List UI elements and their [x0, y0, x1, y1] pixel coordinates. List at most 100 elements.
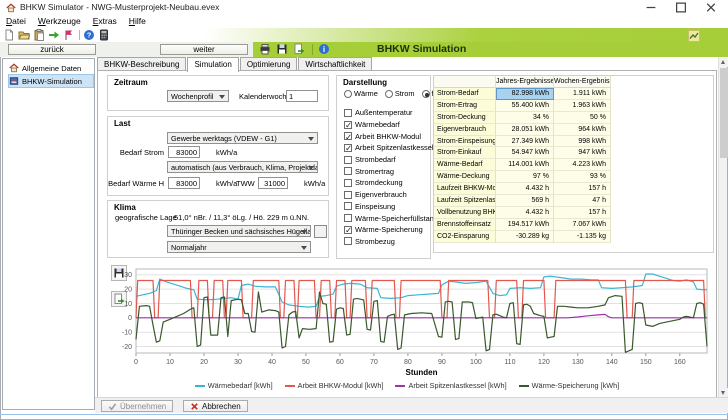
result-jahr-value[interactable]: -30.289 kg — [496, 231, 554, 243]
checkbox-w-rmebedarf[interactable]: Wärmebedarf — [344, 119, 438, 131]
menu-datei[interactable]: Datei — [0, 15, 32, 28]
checkbox-stromdeckung[interactable]: Stromdeckung — [344, 177, 438, 189]
radio-strom[interactable]: Strom — [385, 89, 415, 98]
result-jahr-value[interactable]: 55.400 kWh — [496, 100, 554, 112]
result-row-strom-einspeisung: Strom-Einspeisung 27.349 kWh 998 kWh — [434, 136, 611, 148]
tab-optimierung[interactable]: Optimierung — [240, 57, 298, 71]
svg-text:0: 0 — [128, 315, 132, 322]
import-arrow-icon[interactable] — [48, 29, 60, 41]
radio-w-rme[interactable]: Wärme — [344, 89, 378, 98]
apply-button[interactable]: Übernehmen — [101, 400, 173, 412]
next-button[interactable]: weiter — [160, 44, 248, 55]
vertical-scrollbar[interactable] — [718, 57, 727, 398]
checkbox-eigenverbrauch[interactable]: Eigenverbrauch — [344, 189, 438, 201]
menu-werkzeuge[interactable]: Werkzeuge — [32, 15, 87, 28]
x-icon — [190, 402, 199, 411]
result-woche-value[interactable]: 93 % — [554, 171, 611, 183]
flag-icon[interactable] — [63, 29, 75, 41]
sidebar-item-bhkw-simulation[interactable]: BHKW-Simulation — [9, 75, 93, 87]
save-icon[interactable] — [276, 43, 288, 55]
result-woche-value[interactable]: 7.067 kWh — [554, 219, 611, 231]
cancel-button[interactable]: Abbrechen — [183, 400, 248, 412]
minimize-icon[interactable] — [636, 0, 666, 15]
result-jahr-value[interactable]: 194.517 kWh — [496, 219, 554, 231]
result-jahr-value[interactable]: 97 % — [496, 171, 554, 183]
checkbox-icon — [344, 202, 352, 210]
result-jahr-value[interactable]: 34 % — [496, 112, 554, 124]
stromprofil-select[interactable]: Gewerbe werktags (VDEW - G1) — [167, 132, 318, 144]
close-icon[interactable] — [696, 0, 726, 15]
checkbox-einspeisung[interactable]: Einspeisung — [344, 201, 438, 213]
edit-strom-icon[interactable] — [203, 147, 213, 157]
result-woche-value[interactable]: 50 % — [554, 112, 611, 124]
result-woche-value[interactable]: 964 kWh — [554, 124, 611, 136]
menu-extras[interactable]: Extras — [87, 15, 123, 28]
result-woche-value[interactable]: 1.963 kWh — [554, 100, 611, 112]
results-table: Jahres-Ergebnisse Wochen-Ergebnisse Stro… — [434, 76, 611, 243]
result-jahr-value[interactable]: 569 h — [496, 195, 554, 207]
result-woche-value[interactable]: 157 h — [554, 183, 611, 195]
result-row-strom-bedarf: Strom-Bedarf 82.998 kWh 1.911 kWh — [434, 88, 611, 100]
checkbox-w-rme-speicherf-llstand[interactable]: Wärme-Speicherfüllstand — [344, 212, 438, 224]
back-button[interactable]: zurück — [8, 44, 96, 55]
checkbox-arbeit-spitzenlastkessel[interactable]: Arbeit Spitzenlastkessel — [344, 142, 438, 154]
paste-icon[interactable] — [33, 29, 45, 41]
kalenderwoche-input[interactable] — [286, 90, 318, 102]
chart-mini-icon[interactable] — [688, 30, 700, 42]
profil-select[interactable]: Wochenprofil — [167, 90, 229, 102]
maximize-icon[interactable] — [666, 0, 696, 15]
result-woche-value[interactable]: 47 h — [554, 195, 611, 207]
edit-tww-icon[interactable] — [291, 178, 301, 188]
open-folder-icon[interactable] — [18, 29, 30, 41]
result-woche-value[interactable]: 4.223 kWh — [554, 159, 611, 171]
result-jahr-value[interactable]: 28.051 kWh — [496, 124, 554, 136]
svg-text:20: 20 — [124, 287, 132, 294]
result-woche-value[interactable]: 157 h — [554, 207, 611, 219]
main-toolbar: ? — [0, 28, 728, 42]
result-jahr-value[interactable]: 114.001 kWh — [496, 159, 554, 171]
toolbar-separator — [79, 30, 80, 40]
result-woche-value[interactable]: 1.911 kWh — [554, 88, 611, 100]
result-woche-value[interactable]: 998 kWh — [554, 136, 611, 148]
help-icon[interactable]: ? — [83, 29, 95, 41]
tab-wirtschaftlichkeit[interactable]: Wirtschaftlichkeit — [298, 57, 372, 71]
series-checkbox-list: AußentemperaturWärmebedarfArbeit BHKW-Mo… — [344, 107, 438, 247]
new-document-icon[interactable] — [3, 29, 15, 41]
edit-waerme-icon[interactable] — [203, 178, 213, 188]
jahr-select[interactable]: Normaljahr — [167, 241, 311, 253]
scroll-up-icon[interactable] — [719, 57, 728, 67]
tab-bhkw-beschreibung[interactable]: BHKW-Beschreibung — [97, 57, 186, 71]
region-select[interactable]: Thüringer Becken und sächsisches Hügella… — [167, 225, 311, 237]
tww-input[interactable] — [258, 177, 288, 189]
scrollbar-thumb[interactable] — [720, 68, 728, 158]
checkbox-stromertrag[interactable]: Stromertrag — [344, 165, 438, 177]
result-jahr-value[interactable]: 82.998 kWh — [496, 88, 554, 100]
bedarf-strom-input[interactable] — [168, 146, 200, 158]
checkbox-strombezug[interactable]: Strombezug — [344, 236, 438, 248]
checkbox-au-entemperatur[interactable]: Außentemperatur — [344, 107, 438, 119]
tab-simulation[interactable]: Simulation — [187, 57, 238, 72]
result-jahr-value[interactable]: 27.349 kWh — [496, 136, 554, 148]
result-jahr-value[interactable]: 4.432 h — [496, 207, 554, 219]
menu-hilfe[interactable]: Hilfe — [123, 15, 152, 28]
result-woche-value[interactable]: 947 kWh — [554, 147, 611, 159]
result-label: Laufzeit BHKW-Modul — [434, 183, 496, 195]
waermeprofil-select[interactable]: automatisch (aus Verbrauch, Klima, Proje… — [167, 161, 318, 173]
footer-bar: Übernehmen Abbrechen — [95, 397, 728, 413]
bedarf-waerme-input[interactable] — [168, 177, 200, 189]
checkbox-strombedarf[interactable]: Strombedarf — [344, 154, 438, 166]
export-icon[interactable] — [293, 43, 305, 55]
info-icon[interactable]: i — [318, 43, 330, 55]
chevron-down-icon — [219, 95, 225, 99]
checkbox-icon — [344, 226, 352, 234]
print-icon[interactable] — [259, 43, 271, 55]
calculator-icon[interactable] — [98, 29, 110, 41]
checkbox-w-rme-speicherung[interactable]: Wärme-Speicherung — [344, 224, 438, 236]
simulation-chart: 3020100-10-20010203040506070809010011012… — [108, 261, 720, 369]
result-jahr-value[interactable]: 4.432 h — [496, 183, 554, 195]
result-jahr-value[interactable]: 54.947 kWh — [496, 147, 554, 159]
checkbox-arbeit-bhkw-modul[interactable]: Arbeit BHKW-Modul — [344, 130, 438, 142]
climate-map-button[interactable] — [314, 225, 327, 238]
sidebar-item-allgemeine-daten[interactable]: Allgemeine Daten — [9, 62, 93, 74]
result-woche-value[interactable]: -1.135 kg — [554, 231, 611, 243]
